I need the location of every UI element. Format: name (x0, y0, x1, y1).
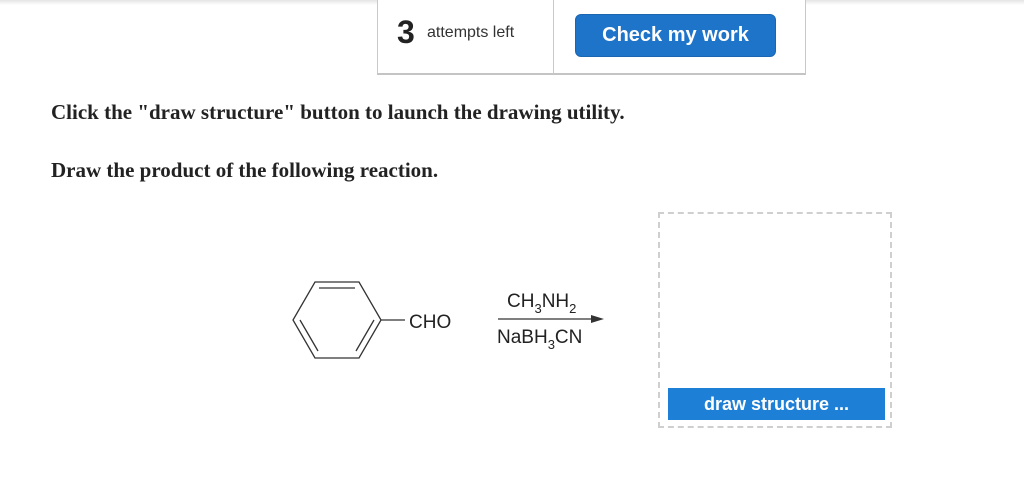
reaction-arrow (498, 315, 604, 323)
instruction-draw-structure: Click the "draw structure" button to lau… (51, 100, 625, 124)
check-my-work-button[interactable]: Check my work (575, 14, 776, 57)
question-prompt: Draw the product of the following reacti… (51, 158, 439, 182)
attempts-count: 3 (397, 14, 415, 50)
draw-structure-button[interactable]: draw structure ... (668, 388, 885, 420)
check-panel: Check my work (554, 0, 806, 75)
attempts-panel: 3 attempts left (377, 0, 554, 75)
attempts-label: attempts left (427, 24, 515, 41)
reagent-top: CH3NH2 (507, 291, 576, 316)
answer-drawing-area[interactable]: draw structure ... (658, 212, 892, 428)
substituent-label: CHO (409, 312, 451, 333)
reaction-scheme: CHO CH3NH2 NaBH3CN (292, 281, 604, 359)
benzene-ring (292, 281, 382, 359)
reagent-bottom: NaBH3CN (497, 327, 582, 352)
